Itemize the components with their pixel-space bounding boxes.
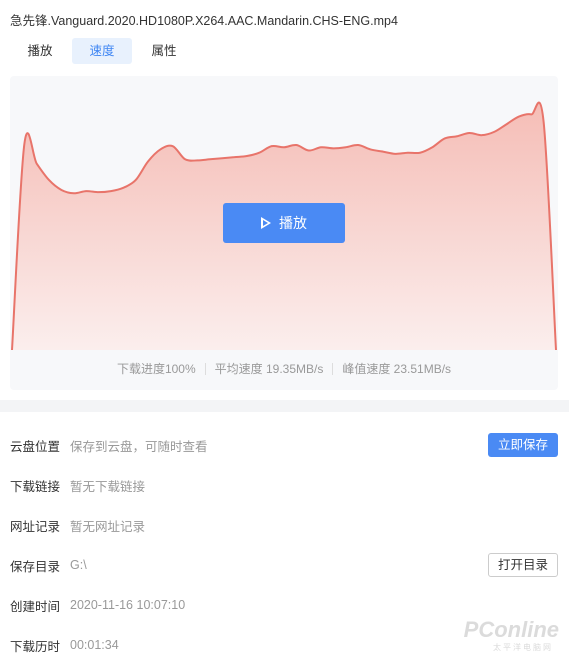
download-duration-label: 下载历时	[10, 639, 61, 654]
watermark-logo: PConline	[463, 617, 559, 642]
open-directory-button[interactable]: 打开目录	[487, 553, 558, 577]
save-now-button[interactable]: 立即保存	[487, 433, 558, 457]
section-divider	[0, 400, 569, 412]
cloud-location-label: 云盘位置	[10, 439, 61, 454]
speed-chart-panel: 播放 下载进度100% 平均速度 19.35MB/s 峰值速度 23.51MB/s	[10, 76, 558, 390]
stats-divider	[204, 363, 206, 375]
tab-speed[interactable]: 速度	[72, 38, 132, 64]
url-record-row: 网址记录 暂无网址记录	[10, 513, 558, 537]
save-directory-value: G:\	[70, 558, 87, 572]
play-button[interactable]: 播放	[223, 203, 345, 243]
average-speed: 平均速度 19.35MB/s	[214, 362, 324, 376]
created-time-row: 创建时间 2020-11-16 10:07:10	[10, 593, 558, 617]
play-button-label: 播放	[279, 215, 307, 231]
tab-play[interactable]: 播放	[10, 38, 70, 64]
url-record-label: 网址记录	[10, 519, 61, 534]
play-icon	[261, 217, 271, 229]
download-link-row: 下载链接 暂无下载链接	[10, 473, 558, 497]
save-directory-row: 保存目录 G:\ 打开目录	[10, 553, 558, 577]
cloud-location-row: 云盘位置 保存到云盘，可随时查看 立即保存	[10, 433, 558, 457]
tab-properties[interactable]: 属性	[134, 38, 194, 64]
created-time-value: 2020-11-16 10:07:10	[70, 598, 186, 612]
file-title: 急先锋.Vanguard.2020.HD1080P.X264.AAC.Manda…	[10, 14, 398, 28]
stats-divider	[332, 363, 334, 375]
peak-speed: 峰值速度 23.51MB/s	[342, 362, 452, 376]
download-stats: 下载进度100% 平均速度 19.35MB/s 峰值速度 23.51MB/s	[10, 360, 558, 377]
download-link-value: 暂无下载链接	[70, 479, 146, 494]
download-progress: 下载进度100%	[116, 362, 196, 376]
cloud-location-value: 保存到云盘，可随时查看	[70, 439, 208, 454]
watermark-subtitle: 太平洋电脑网	[493, 643, 553, 652]
detail-tabs: 播放 速度 属性	[10, 38, 196, 64]
url-record-value: 暂无网址记录	[70, 519, 146, 534]
save-directory-label: 保存目录	[10, 559, 61, 574]
created-time-label: 创建时间	[10, 599, 61, 614]
download-link-label: 下载链接	[10, 479, 61, 494]
